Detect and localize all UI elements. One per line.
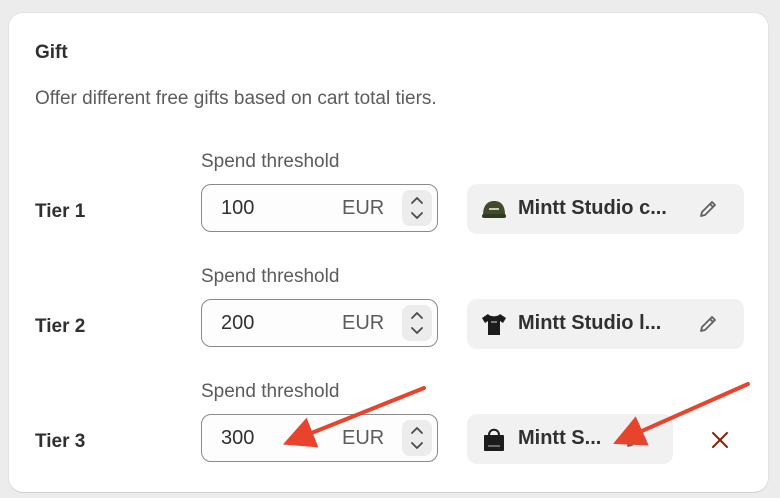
gift-product-selector[interactable]: Mintt Studio l...: [467, 299, 744, 349]
remove-tier-icon[interactable]: [709, 429, 731, 451]
chevron-up-icon[interactable]: [409, 194, 425, 206]
gift-product-selector[interactable]: Mintt Studio c...: [467, 184, 744, 234]
chevron-down-icon[interactable]: [409, 325, 425, 337]
gift-card: Gift Offer different free gifts based on…: [9, 13, 768, 492]
currency-suffix: EUR: [342, 197, 385, 219]
pencil-edit-icon[interactable]: [697, 313, 719, 335]
tier-label: Tier 2: [35, 316, 86, 337]
chevron-up-icon[interactable]: [409, 424, 425, 436]
threshold-amount-value[interactable]: 300: [221, 427, 254, 450]
threshold-amount-value[interactable]: 200: [221, 312, 254, 335]
chevron-down-icon[interactable]: [409, 440, 425, 452]
number-stepper[interactable]: [402, 190, 432, 226]
tier-row-3: Spend threshold Tier 3 300 EUR Mintt S..…: [9, 381, 768, 496]
threshold-amount-input[interactable]: 300 EUR: [201, 414, 438, 462]
tier-label: Tier 1: [35, 201, 86, 222]
gift-product-name: Mintt Studio c...: [518, 197, 667, 219]
threshold-amount-input[interactable]: 200 EUR: [201, 299, 438, 347]
spend-threshold-label: Spend threshold: [201, 151, 340, 172]
gift-product-name: Mintt Studio l...: [518, 312, 662, 334]
pencil-edit-icon[interactable]: [697, 198, 719, 220]
threshold-amount-value[interactable]: 100: [221, 197, 254, 220]
spend-threshold-label: Spend threshold: [201, 266, 340, 287]
tier-row-2: Spend threshold Tier 2 200 EUR Mintt Stu…: [9, 266, 768, 381]
currency-suffix: EUR: [342, 312, 385, 334]
tier-label: Tier 3: [35, 431, 86, 452]
number-stepper[interactable]: [402, 420, 432, 456]
number-stepper[interactable]: [402, 305, 432, 341]
black-tote-bag-icon: [484, 428, 504, 451]
black-tshirt-icon: [482, 314, 506, 335]
chevron-up-icon[interactable]: [409, 309, 425, 321]
gift-product-name: Mintt S...: [518, 427, 602, 449]
pencil-edit-icon[interactable]: [624, 428, 646, 450]
spend-threshold-label: Spend threshold: [201, 381, 340, 402]
currency-suffix: EUR: [342, 427, 385, 449]
card-subtitle: Offer different free gifts based on cart…: [35, 88, 437, 109]
card-title: Gift: [35, 42, 68, 63]
gift-product-selector[interactable]: Mintt S...: [467, 414, 673, 464]
tier-row-1: Spend threshold Tier 1 100 EUR Mintt Stu…: [9, 151, 768, 266]
green-cap-icon: [482, 201, 506, 218]
threshold-amount-input[interactable]: 100 EUR: [201, 184, 438, 232]
chevron-down-icon[interactable]: [409, 210, 425, 222]
